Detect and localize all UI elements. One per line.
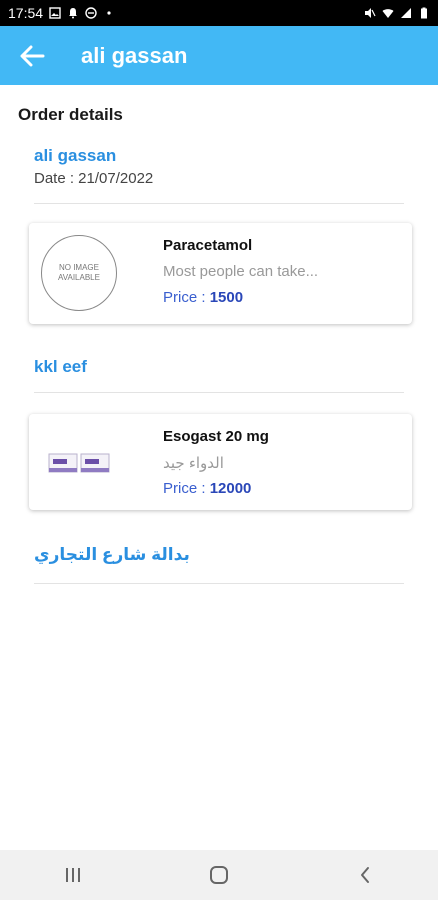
system-nav-bar xyxy=(0,850,438,900)
medicine-box-icon xyxy=(48,453,110,473)
signal-icon xyxy=(401,8,411,18)
system-back-button[interactable] xyxy=(335,850,395,900)
image-notification-icon xyxy=(49,7,61,19)
price-value: 1500 xyxy=(209,289,244,306)
bell-icon xyxy=(69,8,78,19)
chevron-left-icon xyxy=(361,867,369,883)
divider xyxy=(34,203,404,204)
no-image-placeholder-icon: NO IMAGE AVAILABLE xyxy=(41,235,117,311)
mute-icon xyxy=(365,8,376,18)
store-name[interactable]: kkl eef xyxy=(34,357,87,377)
back-button[interactable] xyxy=(0,26,64,85)
divider xyxy=(34,392,404,393)
do-not-disturb-icon xyxy=(85,7,97,19)
home-button[interactable] xyxy=(189,850,249,900)
divider xyxy=(34,583,404,584)
product-price: Price : 1500 xyxy=(163,289,243,306)
product-description: Most people can take... xyxy=(163,263,319,280)
section-title: Order details xyxy=(18,105,123,124)
battery-icon xyxy=(421,7,427,19)
product-card[interactable]: NO IMAGE AVAILABLE Paracetamol Most peop… xyxy=(29,223,412,324)
product-name: Paracetamol xyxy=(163,237,253,254)
home-icon xyxy=(210,866,228,884)
product-price: Price : 12000 xyxy=(163,480,251,497)
product-description: الدواء جيد xyxy=(163,455,224,472)
wifi-icon xyxy=(382,9,394,18)
status-time: 17:54 xyxy=(8,5,44,21)
product-image: NO IMAGE AVAILABLE xyxy=(39,233,119,313)
page-title: ali gassan xyxy=(81,42,188,68)
product-name: Esogast 20 mg xyxy=(163,428,269,445)
order-date: Date : 21/07/2022 xyxy=(34,170,154,187)
recent-apps-button[interactable] xyxy=(43,850,103,900)
arrow-back-icon xyxy=(20,45,45,66)
app-bar: ali gassan xyxy=(0,26,438,85)
recent-apps-icon xyxy=(66,868,80,882)
price-label: Price : xyxy=(163,480,210,497)
store-name[interactable]: بدالة شارع التجاري xyxy=(34,545,190,565)
product-card[interactable]: Esogast 20 mg الدواء جيد Price : 12000 xyxy=(29,414,412,510)
price-value: 12000 xyxy=(209,480,252,497)
status-bar: 17:54 xyxy=(0,0,438,26)
customer-name[interactable]: ali gassan xyxy=(34,146,116,166)
price-label: Price : xyxy=(163,289,210,306)
product-image xyxy=(39,424,119,504)
dot-icon xyxy=(107,11,111,15)
